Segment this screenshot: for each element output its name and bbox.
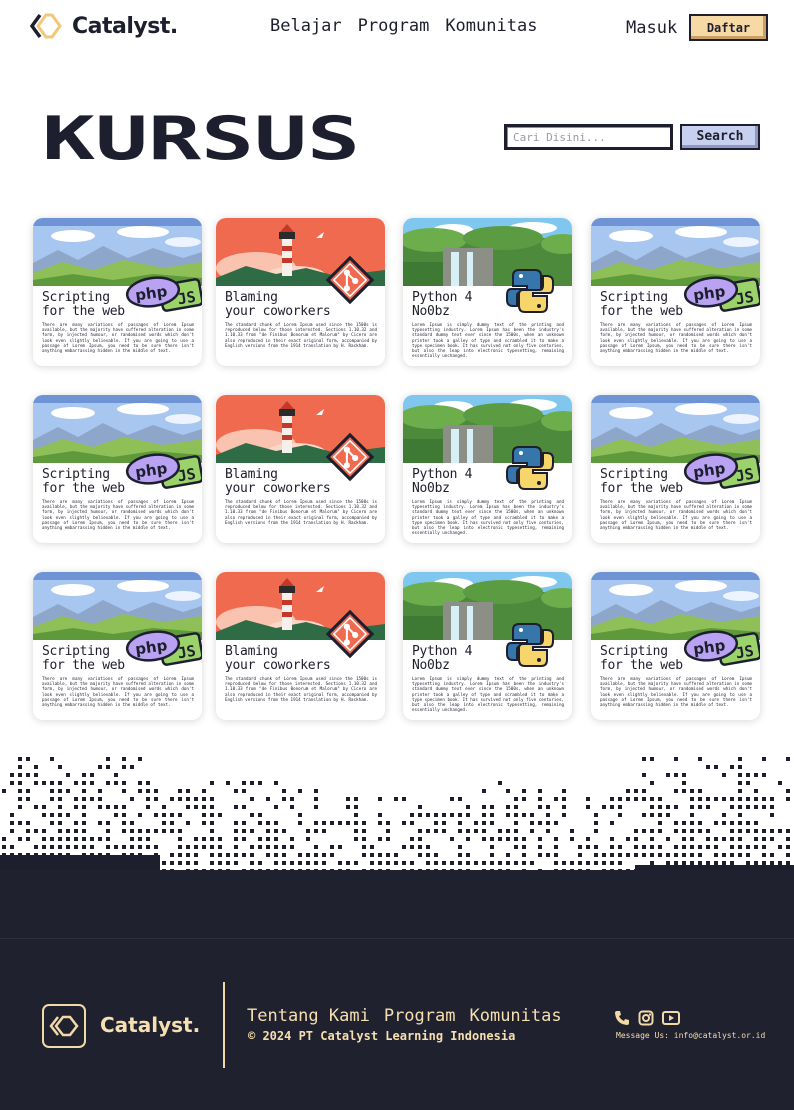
- course-card-php[interactable]: Scripting for the web There are many var…: [33, 395, 202, 543]
- course-card-python[interactable]: Python 4 No0bz Lorem Ipsum is simply dum…: [403, 572, 572, 720]
- social-links: [614, 1010, 680, 1026]
- php-js-badge-icon: [125, 274, 202, 314]
- card-description: There are many variations of passages of…: [42, 676, 194, 708]
- python-badge-icon: [505, 266, 555, 316]
- footer-brand: Catalyst.: [100, 1013, 201, 1037]
- course-card-php[interactable]: Scripting for the web There are many var…: [591, 572, 760, 720]
- footer-divider: [0, 938, 794, 939]
- php-js-badge-icon: [683, 274, 760, 314]
- card-description: There are many variations of passages of…: [600, 322, 752, 354]
- git-badge-icon: [324, 608, 376, 660]
- footer-link-program[interactable]: Program: [384, 1006, 456, 1026]
- card-description: The standard chunk of Lorem Ipsum used s…: [225, 499, 377, 525]
- footer-vertical-divider: [223, 982, 225, 1068]
- nav-program[interactable]: Program: [358, 16, 430, 36]
- brand-name: Catalyst.: [72, 13, 178, 39]
- course-card-php[interactable]: Scripting for the web There are many var…: [33, 218, 202, 366]
- course-card-php[interactable]: Scripting for the web There are many var…: [33, 572, 202, 720]
- page-title: KURSUS: [42, 114, 360, 164]
- course-card-python[interactable]: Python 4 No0bz Lorem Ipsum is simply dum…: [403, 395, 572, 543]
- php-js-badge-icon: [125, 628, 202, 668]
- card-description: Lorem Ipsum is simply dummy text of the …: [412, 676, 564, 713]
- git-badge-icon: [324, 254, 376, 306]
- course-card-php[interactable]: Scripting for the web There are many var…: [591, 395, 760, 543]
- youtube-icon[interactable]: [662, 1010, 680, 1026]
- git-badge-icon: [324, 431, 376, 483]
- php-js-badge-icon: [683, 628, 760, 668]
- nav-belajar[interactable]: Belajar: [270, 16, 342, 36]
- card-description: The standard chunk of Lorem Ipsum used s…: [225, 322, 377, 348]
- card-title: Blaming your coworkers: [225, 644, 331, 673]
- footer-link-tentang-kami[interactable]: Tentang Kami: [247, 1006, 370, 1026]
- python-badge-icon: [505, 443, 555, 493]
- brand-logo[interactable]: Catalyst.: [28, 12, 178, 40]
- card-title: Python 4 No0bz: [412, 644, 473, 673]
- card-title: Scripting for the web: [42, 290, 125, 319]
- footer-nav: Tentang Kami Program Komunitas: [247, 1006, 562, 1026]
- php-js-badge-icon: [683, 451, 760, 491]
- login-link[interactable]: Masuk: [626, 18, 677, 38]
- copyright-text: © 2024 PT Catalyst Learning Indonesia: [248, 1029, 516, 1043]
- card-title: Python 4 No0bz: [412, 290, 473, 319]
- contact-email: Message Us: info@catalyst.or.id: [616, 1031, 766, 1040]
- card-description: Lorem Ipsum is simply dummy text of the …: [412, 322, 564, 359]
- footer: Catalyst. Tentang Kami Program Komunitas…: [0, 870, 794, 1110]
- phone-icon[interactable]: [614, 1010, 630, 1026]
- card-title: Scripting for the web: [600, 290, 683, 319]
- course-card-php[interactable]: Scripting for the web There are many var…: [591, 218, 760, 366]
- card-title: Blaming your coworkers: [225, 467, 331, 496]
- main-nav: Belajar Program Komunitas: [270, 16, 537, 36]
- card-title: Scripting for the web: [42, 644, 125, 673]
- card-title: Scripting for the web: [42, 467, 125, 496]
- footer-link-komunitas[interactable]: Komunitas: [469, 1006, 561, 1026]
- card-description: There are many variations of passages of…: [42, 499, 194, 531]
- catalyst-logo-icon: [29, 13, 62, 39]
- card-description: There are many variations of passages of…: [42, 322, 194, 354]
- card-description: There are many variations of passages of…: [600, 499, 752, 531]
- card-title: Blaming your coworkers: [225, 290, 331, 319]
- nav-komunitas[interactable]: Komunitas: [445, 16, 537, 36]
- course-card-git[interactable]: Blaming your coworkers The standard chun…: [216, 218, 385, 366]
- page-title-text: KURSUS: [42, 114, 360, 164]
- php-js-badge-icon: [125, 451, 202, 491]
- instagram-icon[interactable]: [638, 1010, 654, 1026]
- search-button[interactable]: Search: [680, 124, 760, 150]
- card-description: Lorem Ipsum is simply dummy text of the …: [412, 499, 564, 536]
- card-title: Scripting for the web: [600, 467, 683, 496]
- footer-logo-icon: [42, 1004, 86, 1048]
- card-title: Python 4 No0bz: [412, 467, 473, 496]
- course-card-python[interactable]: Python 4 No0bz Lorem Ipsum is simply dum…: [403, 218, 572, 366]
- python-badge-icon: [505, 620, 555, 670]
- card-description: The standard chunk of Lorem Ipsum used s…: [225, 676, 377, 702]
- card-title: Scripting for the web: [600, 644, 683, 673]
- search-input[interactable]: [504, 124, 673, 150]
- card-description: There are many variations of passages of…: [600, 676, 752, 708]
- course-card-git[interactable]: Blaming your coworkers The standard chun…: [216, 572, 385, 720]
- register-button[interactable]: Daftar: [689, 14, 768, 41]
- course-card-git[interactable]: Blaming your coworkers The standard chun…: [216, 395, 385, 543]
